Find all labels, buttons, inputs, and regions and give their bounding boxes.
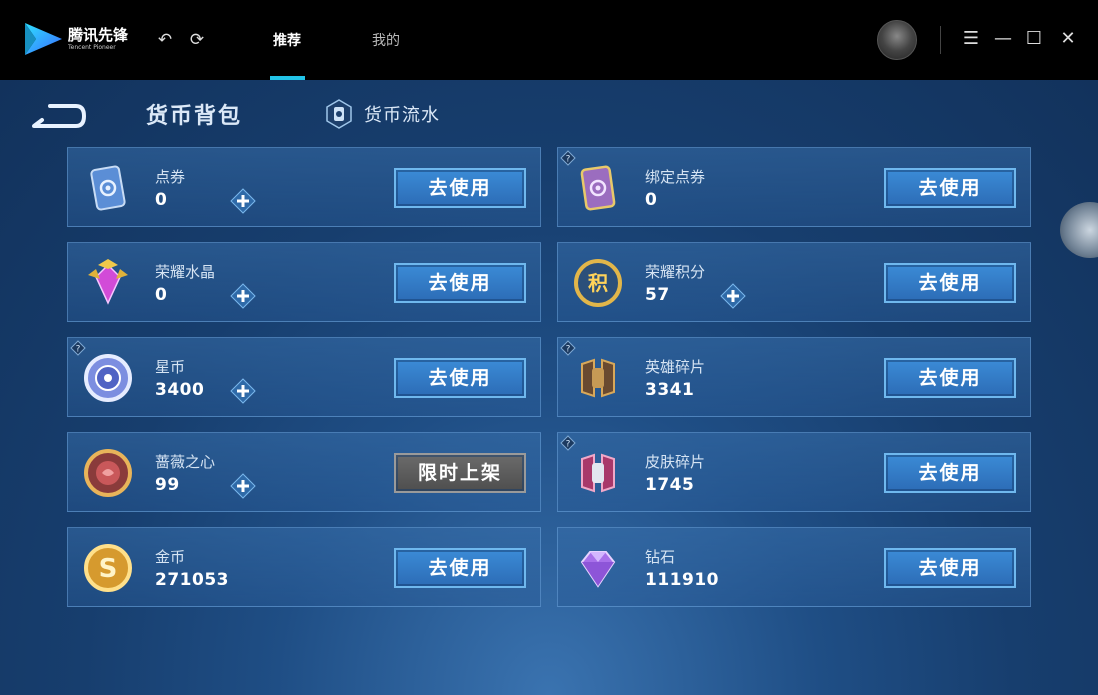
currency-card-diamond: 钻石 111910 去使用	[557, 527, 1031, 607]
svg-text:积: 积	[588, 271, 608, 295]
title-bar: 腾讯先锋 Tencent Pioneer ↶ ⟳ 推荐 我的 ☰ — ☐ ✕	[0, 0, 1098, 80]
undo-icon[interactable]: ↶	[155, 30, 175, 50]
currency-card-star-coin: ? 星币 3400 去使用	[67, 337, 541, 417]
add-glory-points-button[interactable]	[720, 283, 746, 309]
use-button[interactable]: 去使用	[394, 168, 526, 208]
close-icon[interactable]: ✕	[1057, 28, 1079, 50]
currency-value: 3341	[645, 380, 695, 400]
currency-name: 金币	[155, 548, 186, 566]
add-rose-heart-button[interactable]	[230, 473, 256, 499]
currency-card-bound-coupon: ? 绑定点券 0 去使用	[557, 147, 1031, 227]
currency-name: 钻石	[645, 548, 676, 566]
currency-value: 99	[155, 475, 180, 495]
currency-name: 皮肤碎片	[645, 453, 706, 471]
back-button[interactable]	[30, 102, 88, 130]
currency-value: 57	[645, 285, 670, 305]
use-button[interactable]: 去使用	[884, 263, 1016, 303]
side-handle[interactable]	[1060, 202, 1098, 258]
refresh-icon[interactable]: ⟳	[187, 30, 207, 50]
currency-value: 0	[155, 190, 168, 210]
star-coin-icon	[80, 350, 136, 406]
currency-name: 英雄碎片	[645, 358, 706, 376]
maximize-icon[interactable]: ☐	[1023, 28, 1045, 50]
currency-value: 1745	[645, 475, 695, 495]
glory-crystal-icon	[80, 255, 136, 311]
currency-name: 点券	[155, 168, 186, 186]
currency-card-glory-points: 积 荣耀积分 57 去使用	[557, 242, 1031, 322]
currency-value: 0	[645, 190, 658, 210]
currency-flow-link[interactable]: 货币流水	[322, 99, 440, 129]
limited-time-button[interactable]: 限时上架	[394, 453, 526, 493]
gold-coin-icon: S	[80, 540, 136, 596]
currency-value: 111910	[645, 570, 719, 590]
coupon-icon	[80, 160, 136, 216]
use-button[interactable]: 去使用	[884, 453, 1016, 493]
logo-subtitle: Tencent Pioneer	[68, 43, 116, 51]
currency-card-coupon: 点券 0 去使用	[67, 147, 541, 227]
use-button[interactable]: 去使用	[884, 548, 1016, 588]
glory-points-icon: 积	[570, 255, 626, 311]
bound-coupon-icon	[570, 160, 626, 216]
page-title: 货币背包	[146, 104, 243, 129]
currency-name: 蔷薇之心	[155, 453, 216, 471]
currency-flow-label: 货币流水	[364, 105, 440, 126]
add-star-coin-button[interactable]	[230, 378, 256, 404]
diamond-icon	[570, 540, 626, 596]
logo-name: 腾讯先锋	[68, 25, 129, 44]
currency-card-glory-crystal: 荣耀水晶 0 去使用	[67, 242, 541, 322]
currency-card-hero-fragment: ? 英雄碎片 3341 去使用	[557, 337, 1031, 417]
currency-card-skin-fragment: ? 皮肤碎片 1745 去使用	[557, 432, 1031, 512]
tab-mine[interactable]: 我的	[372, 30, 400, 50]
svg-text:S: S	[99, 554, 118, 584]
avatar[interactable]	[877, 20, 917, 60]
use-button[interactable]: 去使用	[394, 548, 526, 588]
main-panel: 货币背包 货币流水 点券 0 去使用? 绑定点券 0 去使用 荣耀水晶 0 去使用积荣耀积分 57…	[0, 80, 1098, 695]
use-button[interactable]: 去使用	[884, 358, 1016, 398]
currency-name: 绑定点券	[645, 168, 706, 186]
currency-value: 0	[155, 285, 168, 305]
currency-card-icon	[326, 99, 352, 129]
currency-card-rose-heart: 蔷薇之心 99 限时上架	[67, 432, 541, 512]
minimize-icon[interactable]: —	[992, 28, 1014, 50]
divider	[940, 26, 941, 54]
use-button[interactable]: 去使用	[884, 168, 1016, 208]
add-glory-crystal-button[interactable]	[230, 283, 256, 309]
use-button[interactable]: 去使用	[394, 263, 526, 303]
add-coupon-button[interactable]	[230, 188, 256, 214]
currency-name: 荣耀水晶	[155, 263, 216, 281]
currency-name: 荣耀积分	[645, 263, 706, 281]
currency-card-gold-coin: S 金币 271053 去使用	[67, 527, 541, 607]
logo-icon	[25, 23, 62, 55]
rose-heart-icon	[80, 445, 136, 501]
tab-recommend[interactable]: 推荐	[273, 30, 301, 50]
skin-fragment-icon	[570, 445, 626, 501]
currency-value: 3400	[155, 380, 205, 400]
menu-icon[interactable]: ☰	[960, 28, 982, 50]
hero-fragment-icon	[570, 350, 626, 406]
currency-name: 星币	[155, 358, 186, 376]
use-button[interactable]: 去使用	[394, 358, 526, 398]
app-logo: 腾讯先锋 Tencent Pioneer	[22, 20, 132, 58]
back-arrow-icon	[32, 104, 86, 128]
currency-value: 271053	[155, 570, 229, 590]
